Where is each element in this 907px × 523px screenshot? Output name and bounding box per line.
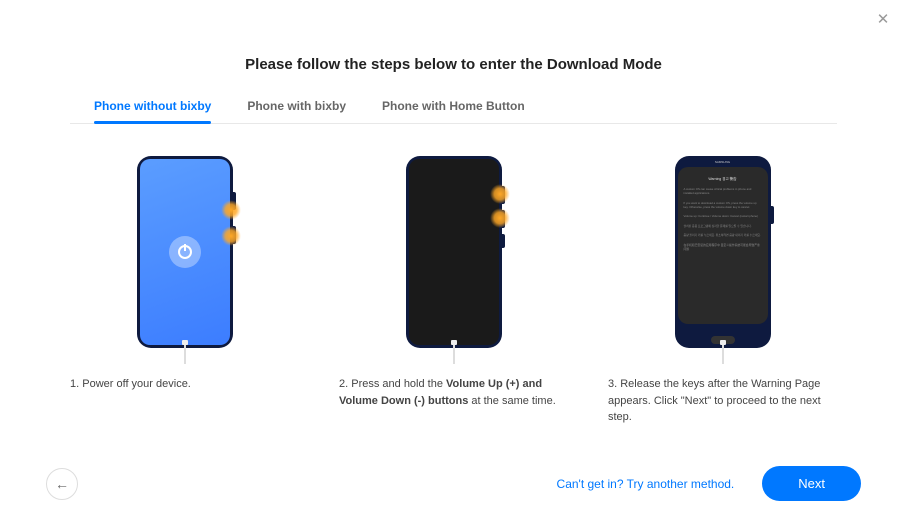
step-3: SAMSUNG Warning 경고 警告 A custom OS can ca…: [608, 156, 837, 426]
tab-phone-without-bixby[interactable]: Phone without bixby: [94, 99, 211, 123]
step-3-text: 3. Release the keys after the Warning Pa…: [608, 376, 837, 426]
cable-icon: [453, 344, 455, 364]
power-icon: [169, 236, 201, 268]
tab-phone-with-bixby[interactable]: Phone with bixby: [247, 99, 346, 123]
phone-illustration-warning: SAMSUNG Warning 경고 警告 A custom OS can ca…: [675, 156, 771, 348]
step-2: 2. Press and hold the Volume Up (+) and …: [339, 156, 568, 426]
arrow-left-icon: ←: [55, 476, 69, 492]
step-1: 1. Power off your device.: [70, 156, 299, 426]
phone-illustration-poweroff: [137, 156, 233, 348]
step-2-text: 2. Press and hold the Volume Up (+) and …: [339, 376, 568, 409]
back-button[interactable]: ←: [46, 468, 78, 500]
next-button[interactable]: Next: [762, 466, 861, 501]
tab-phone-with-home-button[interactable]: Phone with Home Button: [382, 99, 525, 123]
phone-illustration-buttons: [406, 156, 502, 348]
tabs: Phone without bixby Phone with bixby Pho…: [70, 99, 837, 124]
page-title: Please follow the steps below to enter t…: [70, 56, 837, 73]
cable-icon: [184, 344, 186, 364]
try-another-method-link[interactable]: Can't get in? Try another method.: [557, 477, 735, 491]
close-icon[interactable]: ✕: [875, 12, 891, 28]
step-1-text: 1. Power off your device.: [70, 376, 191, 393]
cable-icon: [722, 344, 724, 364]
